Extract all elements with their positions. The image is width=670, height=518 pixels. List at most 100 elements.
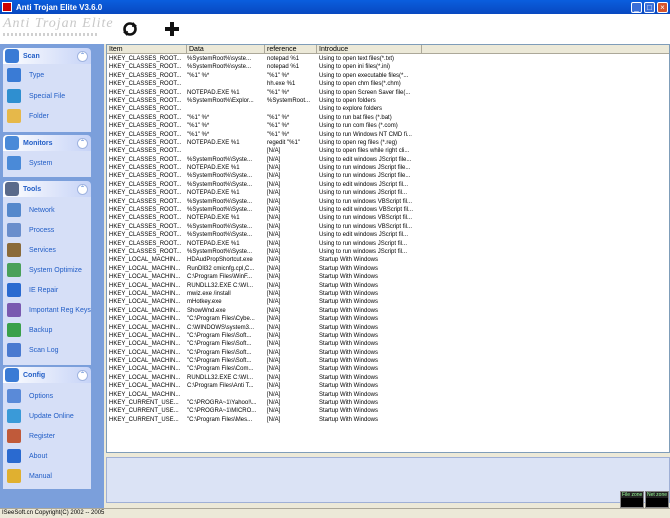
sidebar-item-network[interactable]: Network xyxy=(7,202,55,218)
table-row[interactable]: HKEY_CLASSES_ROOT... NOTEPAD.EXE %1 [N/A] U… xyxy=(107,240,422,248)
table-row[interactable]: HKEY_CLASSES_ROOT... %SystemRoot%\Explor.… xyxy=(107,97,422,105)
table-cell: HKEY_CLASSES_ROOT... xyxy=(109,198,182,205)
table-row[interactable]: HKEY_LOCAL_MACHIN... C:\WINDOWS\system3..… xyxy=(107,324,422,332)
sidebar-item-backup[interactable]: Backup xyxy=(7,322,52,338)
sidebar-item-scan-log[interactable]: Scan Log xyxy=(7,342,59,358)
table-row[interactable]: HKEY_LOCAL_MACHIN... [N/A] Startup With Wi… xyxy=(107,391,422,399)
table-row[interactable]: HKEY_CLASSES_ROOT... NOTEPAD.EXE %1 "%1" %… xyxy=(107,89,422,97)
table-row[interactable]: HKEY_CLASSES_ROOT... "%1" %* "%1" %* Using … xyxy=(107,131,422,139)
group-scan-header[interactable]: Scan ⌃ xyxy=(3,48,91,64)
table-row[interactable]: HKEY_CLASSES_ROOT... %SystemRoot%\Syste..… xyxy=(107,156,422,164)
column-header-data[interactable]: Data xyxy=(187,45,265,54)
table-row[interactable]: HKEY_CLASSES_ROOT... "%1" %* "%1" %* Using … xyxy=(107,72,422,80)
minimize-button[interactable]: _ xyxy=(631,1,642,13)
group-config-header[interactable]: Config ⌃ xyxy=(3,367,91,383)
sidebar-item-type[interactable]: Type xyxy=(7,67,44,83)
table-cell: Using to run windows JScript file... xyxy=(319,173,411,180)
table-cell: "C:\Program Files\Soft... xyxy=(187,358,252,365)
table-row[interactable]: HKEY_CURRENT_USE... "C:\PROGRA~1\Yahoo!\.… xyxy=(107,399,422,407)
sidebar-item-label: Services xyxy=(29,246,56,254)
table-row[interactable]: HKEY_CLASSES_ROOT... "%1" %* "%1" %* Using … xyxy=(107,114,422,122)
sidebar-item-manual[interactable]: Manual xyxy=(7,468,52,484)
table-row[interactable]: HKEY_CURRENT_USE... "C:\PROGRA~1\MICRO...… xyxy=(107,407,422,415)
sidebar-item-special-file[interactable]: Special File xyxy=(7,88,65,104)
sidebar-item-system[interactable]: System xyxy=(7,155,52,171)
table-row[interactable]: HKEY_CLASSES_ROOT... %SystemRoot%\syste..… xyxy=(107,55,422,63)
table-row[interactable]: HKEY_CLASSES_ROOT... NOTEPAD.EXE %1 [N/A] U… xyxy=(107,189,422,197)
table-cell: Startup With Windows xyxy=(319,349,379,356)
sidebar-item-register[interactable]: Register xyxy=(7,428,55,444)
table-row[interactable]: HKEY_LOCAL_MACHIN... RUNDLL32.EXE C:\WI..… xyxy=(107,374,422,382)
sidebar-item-label: Type xyxy=(29,71,45,79)
table-row[interactable]: HKEY_LOCAL_MACHIN... mHotkey.exe [N/A] Star… xyxy=(107,298,422,306)
table-cell: HKEY_CURRENT_USE... xyxy=(109,408,179,415)
table-row[interactable]: HKEY_CLASSES_ROOT... %SystemRoot%\Syste..… xyxy=(107,206,422,214)
table-row[interactable]: HKEY_LOCAL_MACHIN... C:\Program Files\Win… xyxy=(107,273,422,281)
table-row[interactable]: HKEY_LOCAL_MACHIN... "C:\Program Files\So… xyxy=(107,349,422,357)
regkeys-icon xyxy=(7,303,21,317)
table-row[interactable]: HKEY_CLASSES_ROOT... [N/A] Using to open f… xyxy=(107,147,422,155)
group-tools-header[interactable]: Tools ⌃ xyxy=(3,181,91,197)
table-row[interactable]: HKEY_CLASSES_ROOT... %SystemRoot%\Syste..… xyxy=(107,181,422,189)
chevron-up-icon[interactable]: ⌃ xyxy=(77,137,88,149)
close-button[interactable]: × xyxy=(657,1,668,13)
table-row[interactable]: HKEY_LOCAL_MACHIN... HDAudPropShortcut.ex… xyxy=(107,256,422,264)
table-row[interactable]: HKEY_CLASSES_ROOT... NOTEPAD.EXE %1 [N/A] U… xyxy=(107,164,422,172)
table-cell: [N/A] xyxy=(267,223,281,230)
table-row[interactable]: HKEY_CURRENT_USE... "C:\Program Files\Mes… xyxy=(107,416,422,424)
sidebar-item-label: Folder xyxy=(29,112,49,120)
table-cell: Using to open executable files(*... xyxy=(319,72,409,79)
table-cell: [N/A] xyxy=(267,148,281,155)
table-cell: Startup With Windows xyxy=(319,383,379,390)
group-monitors-header[interactable]: Monitors ⌃ xyxy=(3,135,91,151)
table-row[interactable]: HKEY_CLASSES_ROOT... %SystemRoot%\Syste..… xyxy=(107,172,422,180)
table-row[interactable]: HKEY_CLASSES_ROOT... %SystemRoot%\Syste..… xyxy=(107,223,422,231)
table-row[interactable]: HKEY_LOCAL_MACHIN... "C:\Program Files\So… xyxy=(107,357,422,365)
maximize-button[interactable]: □ xyxy=(644,1,655,13)
sidebar-item-update-online[interactable]: Update Online xyxy=(7,408,74,424)
table-row[interactable]: HKEY_CLASSES_ROOT... NOTEPAD.EXE %1 [N/A] U… xyxy=(107,214,422,222)
registry-list[interactable]: Item Data reference Introduce HKEY_CLASS… xyxy=(106,44,670,453)
table-row[interactable]: HKEY_LOCAL_MACHIN... RUNDLL32.EXE C:\WI..… xyxy=(107,282,422,290)
sidebar-item-ie-repair[interactable]: IE Repair xyxy=(7,282,58,298)
sidebar-item-services[interactable]: Services xyxy=(7,242,56,258)
table-row[interactable]: HKEY_LOCAL_MACHIN... mwiz.exe /install [N/… xyxy=(107,290,422,298)
sidebar-item-about[interactable]: About xyxy=(7,448,47,464)
chevron-up-icon[interactable]: ⌃ xyxy=(77,183,88,195)
table-row[interactable]: HKEY_CLASSES_ROOT... %SystemRoot%\Syste..… xyxy=(107,248,422,256)
table-cell: HKEY_CLASSES_ROOT... xyxy=(109,181,182,188)
table-row[interactable]: HKEY_LOCAL_MACHIN... RunDll32 cmicnfg.cpl… xyxy=(107,265,422,273)
column-header-item[interactable]: Item xyxy=(107,45,187,54)
column-header-introduce[interactable]: Introduce xyxy=(317,45,422,54)
sidebar-item-important-reg-keys[interactable]: Important Reg Keys xyxy=(7,302,91,318)
table-row[interactable]: HKEY_CLASSES_ROOT... Using to explore fol… xyxy=(107,105,422,113)
table-cell: C:\Program Files\Anti T... xyxy=(187,383,254,390)
table-row[interactable]: HKEY_LOCAL_MACHIN... "C:\Program Files\Co… xyxy=(107,365,422,373)
chevron-up-icon[interactable]: ⌃ xyxy=(77,50,88,62)
table-row[interactable]: HKEY_LOCAL_MACHIN... "C:\Program Files\So… xyxy=(107,340,422,348)
sidebar-item-process[interactable]: Process xyxy=(7,222,54,238)
column-header-reference[interactable]: reference xyxy=(265,45,317,54)
table-row[interactable]: HKEY_CLASSES_ROOT... %SystemRoot%\syste..… xyxy=(107,63,422,71)
refresh-button[interactable] xyxy=(121,20,139,38)
table-cell: [N/A] xyxy=(267,156,281,163)
table-row[interactable]: HKEY_CLASSES_ROOT... hh.exe %1 Using to op… xyxy=(107,80,422,88)
sidebar-item-system-optimize[interactable]: System Optimize xyxy=(7,262,82,278)
table-row[interactable]: HKEY_LOCAL_MACHIN... "C:\Program Files\Cy… xyxy=(107,315,422,323)
add-button[interactable] xyxy=(163,20,181,38)
sidebar-item-options[interactable]: Options xyxy=(7,388,53,404)
chevron-up-icon[interactable]: ⌃ xyxy=(77,369,88,381)
table-row[interactable]: HKEY_CLASSES_ROOT... %SystemRoot%\Syste..… xyxy=(107,231,422,239)
table-cell: [N/A] xyxy=(267,358,281,365)
table-row[interactable]: HKEY_LOCAL_MACHIN... ShowWnd.exe [N/A] Star… xyxy=(107,307,422,315)
table-row[interactable]: HKEY_CLASSES_ROOT... NOTEPAD.EXE %1 regedi… xyxy=(107,139,422,147)
update-icon xyxy=(7,409,21,423)
group-tools-body: Network Process Services System Optimize… xyxy=(3,197,91,365)
table-row[interactable]: HKEY_LOCAL_MACHIN... "C:\Program Files\So… xyxy=(107,332,422,340)
table-row[interactable]: HKEY_CLASSES_ROOT... "%1" %* "%1" %* Using … xyxy=(107,122,422,130)
table-row[interactable]: HKEY_CLASSES_ROOT... %SystemRoot%\Syste..… xyxy=(107,198,422,206)
table-cell: Using to edit windows JScript file... xyxy=(319,156,412,163)
table-row[interactable]: HKEY_LOCAL_MACHIN... C:\Program Files\Ant… xyxy=(107,382,422,390)
table-cell: HKEY_LOCAL_MACHIN... xyxy=(109,265,181,272)
sidebar-item-folder[interactable]: Folder xyxy=(7,108,49,124)
